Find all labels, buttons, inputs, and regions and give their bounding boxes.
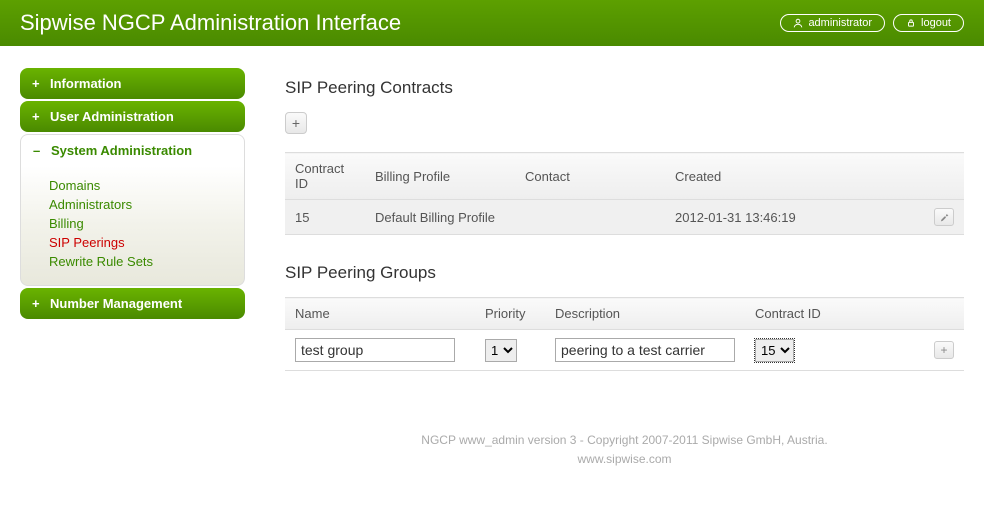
sidebar-link-rewrite[interactable]: Rewrite Rule Sets — [49, 252, 232, 271]
user-label: administrator — [808, 17, 872, 29]
add-contract-button[interactable]: + — [285, 112, 307, 134]
groups-title: SIP Peering Groups — [285, 263, 964, 283]
edit-contract-button[interactable] — [934, 208, 954, 226]
sidebar-item-number-mgmt[interactable]: + Number Management — [20, 288, 245, 319]
cell-created: 2012-01-31 13:46:19 — [665, 200, 924, 235]
col-contract-id: Contract ID — [745, 298, 924, 330]
contracts-title: SIP Peering Contracts — [285, 78, 964, 98]
sidebar-link-billing[interactable]: Billing — [49, 214, 232, 233]
cell-contact — [515, 200, 665, 235]
table-row: 15 Default Billing Profile 2012-01-31 13… — [285, 200, 964, 235]
footer: NGCP www_admin version 3 - Copyright 200… — [285, 431, 964, 469]
header-actions: administrator logout — [780, 14, 964, 32]
col-description: Description — [545, 298, 745, 330]
col-created: Created — [665, 153, 924, 200]
plus-icon: + — [32, 296, 42, 311]
wrench-icon — [939, 212, 949, 222]
col-billing-profile: Billing Profile — [365, 153, 515, 200]
logout-label: logout — [921, 17, 951, 29]
main-content: SIP Peering Contracts + Contract ID Bill… — [285, 68, 964, 469]
sidebar-link-administrators[interactable]: Administrators — [49, 195, 232, 214]
sidebar-submenu: Domains Administrators Billing SIP Peeri… — [20, 166, 245, 286]
col-contact: Contact — [515, 153, 665, 200]
col-name: Name — [285, 298, 475, 330]
cell-billing-profile: Default Billing Profile — [365, 200, 515, 235]
sidebar-label-information: Information — [50, 76, 122, 91]
logout-button[interactable]: logout — [893, 14, 964, 32]
group-priority-select[interactable]: 1 — [485, 339, 517, 362]
app-title: Sipwise NGCP Administration Interface — [20, 10, 401, 36]
col-contract-id: Contract ID — [285, 153, 365, 200]
sidebar-link-domains[interactable]: Domains — [49, 176, 232, 195]
add-group-button[interactable]: + — [934, 341, 954, 359]
sidebar-item-user-admin[interactable]: + User Administration — [20, 101, 245, 132]
sidebar-label-user-admin: User Administration — [50, 109, 174, 124]
group-form-row: 1 15 + — [285, 330, 964, 371]
header: Sipwise NGCP Administration Interface ad… — [0, 0, 984, 48]
group-contract-select[interactable]: 15 — [755, 339, 794, 362]
sidebar-label-number-mgmt: Number Management — [50, 296, 182, 311]
sidebar-link-sip-peerings[interactable]: SIP Peerings — [49, 233, 232, 252]
plus-icon: + — [32, 76, 42, 91]
plus-icon: + — [940, 344, 947, 356]
contracts-table: Contract ID Billing Profile Contact Crea… — [285, 152, 964, 235]
footer-copyright: NGCP www_admin version 3 - Copyright 200… — [285, 431, 964, 450]
container: + Information + User Administration – Sy… — [0, 48, 984, 489]
plus-icon: + — [32, 109, 42, 124]
user-button[interactable]: administrator — [780, 14, 885, 32]
groups-table: Name Priority Description Contract ID 1 … — [285, 297, 964, 371]
col-priority: Priority — [475, 298, 545, 330]
group-description-input[interactable] — [555, 338, 735, 362]
sidebar-label-sys-admin: System Administration — [51, 143, 192, 158]
sidebar: + Information + User Administration – Sy… — [20, 68, 245, 469]
lock-icon — [906, 18, 916, 28]
cell-contract-id: 15 — [285, 200, 365, 235]
sidebar-item-information[interactable]: + Information — [20, 68, 245, 99]
sidebar-item-sys-admin[interactable]: – System Administration — [20, 134, 245, 166]
user-icon — [793, 18, 803, 28]
minus-icon: – — [33, 143, 43, 158]
plus-icon: + — [292, 115, 300, 131]
group-name-input[interactable] — [295, 338, 455, 362]
footer-link[interactable]: www.sipwise.com — [285, 450, 964, 469]
